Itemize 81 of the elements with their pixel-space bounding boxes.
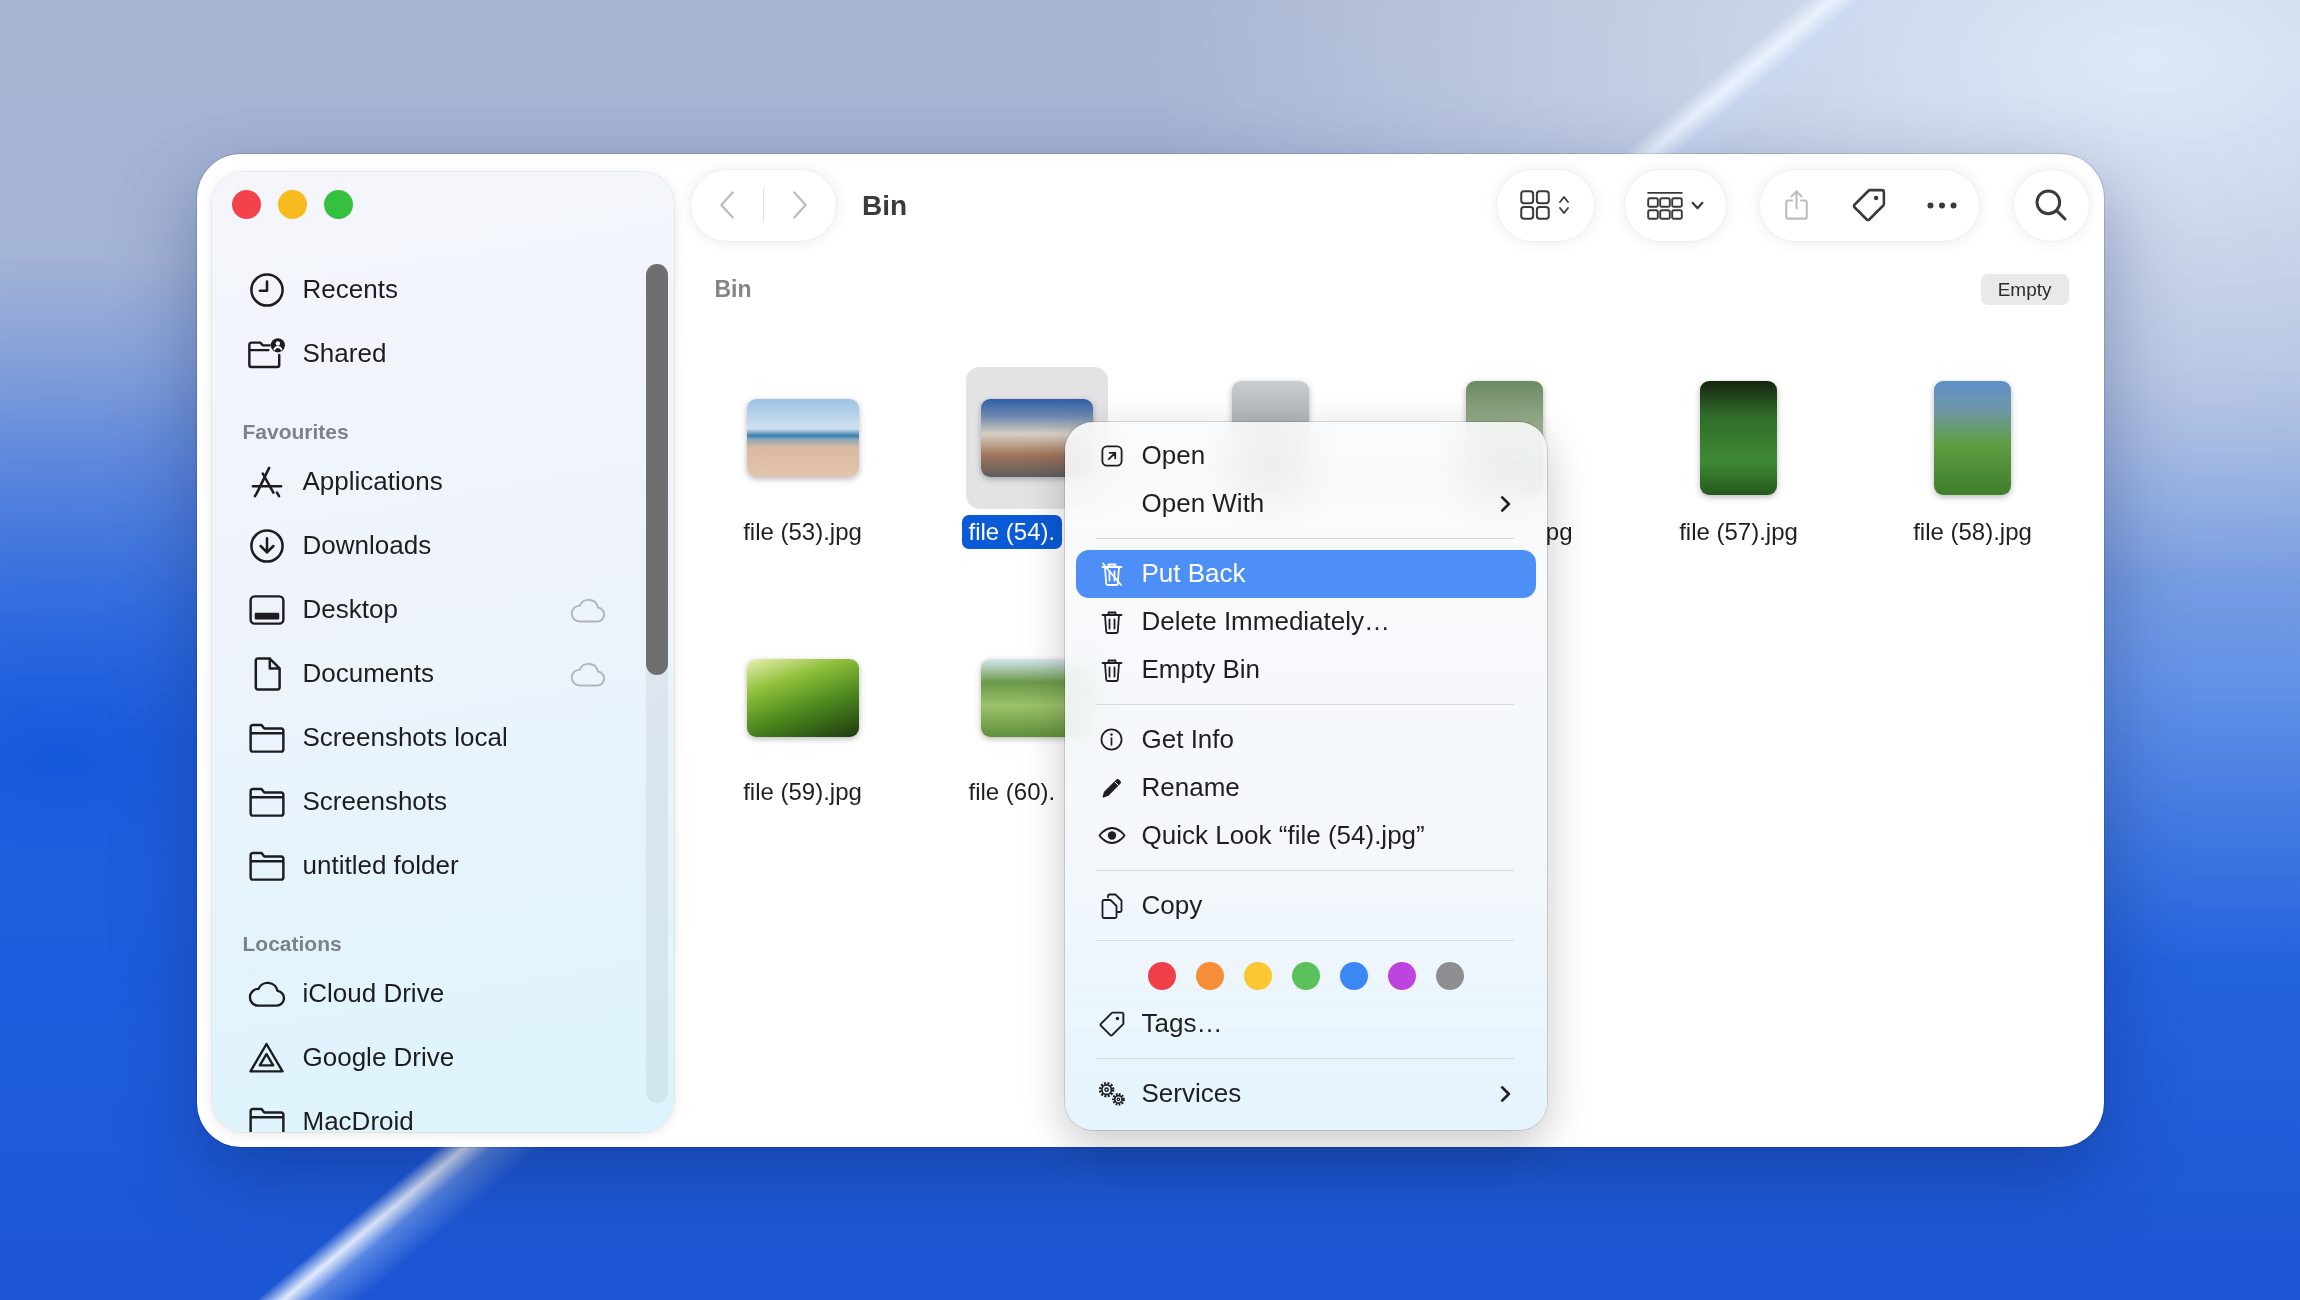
cloud-icon: [247, 980, 286, 1007]
more-icon: [1927, 201, 1957, 209]
sidebar-section-heading: Favourites: [241, 418, 350, 445]
folder-icon: [248, 850, 285, 881]
file-name[interactable]: file (58).jpg: [1906, 514, 2039, 549]
folder-path-label: Bin: [714, 275, 752, 305]
file-name[interactable]: file (59).jpg: [736, 774, 869, 809]
letter-a-icon: [249, 464, 284, 499]
clock-icon: [249, 272, 284, 307]
photo-thumbnail[interactable]: [1700, 380, 1777, 495]
photo-thumbnail[interactable]: [746, 398, 859, 477]
pencil-icon: [1101, 777, 1122, 798]
grouped-grid-icon: [1646, 190, 1683, 220]
desktop-icon: [248, 594, 285, 625]
file-name[interactable]: file (53).jpg: [736, 514, 869, 549]
folder-icon: [248, 1106, 285, 1132]
trash-icon: [1100, 657, 1123, 682]
trash-icon: [1100, 609, 1123, 634]
trash-slash-icon: [1100, 561, 1123, 586]
copy-icon: [1100, 892, 1123, 919]
chevron-right-icon: [792, 190, 808, 220]
gears-icon: [1097, 1080, 1126, 1107]
tag-swatch-icon[interactable]: [1147, 961, 1176, 990]
sidebar-item[interactable]: Recents: [211, 257, 646, 322]
document-icon: [252, 656, 281, 691]
menu-item[interactable]: Empty Bin: [1075, 645, 1536, 694]
up-down-chevron-icon: [1558, 194, 1570, 216]
menu-item[interactable]: Open With: [1075, 479, 1536, 528]
tag-swatch-icon[interactable]: [1435, 961, 1464, 990]
scrollbar-thumb[interactable]: [645, 263, 668, 675]
sidebar-item[interactable]: Desktop: [211, 577, 646, 642]
sidebar-section-heading: Locations: [241, 930, 343, 957]
menu-item[interactable]: Delete Immediately…: [1075, 597, 1536, 646]
tag-icon: [1852, 188, 1886, 222]
folder-icon: [248, 722, 285, 753]
empty-bin-button[interactable]: Empty: [1980, 274, 2069, 305]
grid-icon: [1520, 190, 1550, 220]
file-name[interactable]: file (54).: [961, 514, 1063, 549]
sidebar-item[interactable]: Shared: [211, 321, 646, 386]
arrow-square-icon: [1100, 444, 1123, 467]
search-icon: [2035, 189, 2067, 221]
tag-swatch-icon[interactable]: [1291, 961, 1320, 990]
chevron-left-icon: [718, 190, 735, 220]
file-name[interactable]: file (57).jpg: [1672, 514, 1805, 549]
eye-icon: [1097, 826, 1126, 845]
menu-item[interactable]: Tags…: [1075, 999, 1536, 1048]
zoom-window-button[interactable]: [323, 190, 353, 219]
photo-thumbnail[interactable]: [746, 658, 859, 737]
download-icon: [249, 528, 284, 563]
sidebar-item[interactable]: Google Drive: [211, 1025, 646, 1090]
scrollbar-track[interactable]: [645, 263, 668, 1103]
info-icon: [1100, 728, 1123, 751]
file-name[interactable]: file (60).: [961, 774, 1063, 809]
window-title: Bin: [862, 188, 908, 223]
tag-icon: [1098, 1010, 1125, 1037]
file-name[interactable]: pg: [1538, 514, 1580, 549]
menu-item[interactable]: Open: [1075, 431, 1536, 480]
photo-thumbnail[interactable]: [1934, 380, 2011, 495]
chevron-down-icon: [1690, 200, 1704, 210]
sidebar-item[interactable]: Downloads: [211, 513, 646, 578]
sidebar-item[interactable]: Documents: [211, 641, 646, 706]
tag-swatch-icon[interactable]: [1243, 961, 1272, 990]
sidebar-item[interactable]: Screenshots local: [211, 705, 646, 770]
shared-folder-icon: [247, 337, 286, 370]
sidebar-item[interactable]: iCloud Drive: [211, 961, 646, 1026]
menu-item[interactable]: Copy: [1075, 881, 1536, 930]
tag-swatch-icon[interactable]: [1339, 961, 1368, 990]
tag-swatch-icon[interactable]: [1195, 961, 1224, 990]
folder-icon: [248, 786, 285, 817]
menu-item[interactable]: Get Info: [1075, 715, 1536, 764]
menu-item[interactable]: Quick Look “file (54).jpg”: [1075, 811, 1536, 860]
menu-item[interactable]: Rename: [1075, 763, 1536, 812]
sidebar-item[interactable]: Applications: [211, 449, 646, 514]
triangle-icon: [249, 1041, 284, 1074]
sidebar-item[interactable]: untitled folder: [211, 833, 646, 898]
close-window-button[interactable]: [231, 190, 261, 219]
tag-swatch-icon[interactable]: [1387, 961, 1416, 990]
menu-item[interactable]: Services: [1075, 1069, 1536, 1118]
sidebar-item[interactable]: Screenshots: [211, 769, 646, 834]
sidebar-item[interactable]: MacDroid: [211, 1089, 646, 1132]
share-icon: [1783, 189, 1809, 221]
